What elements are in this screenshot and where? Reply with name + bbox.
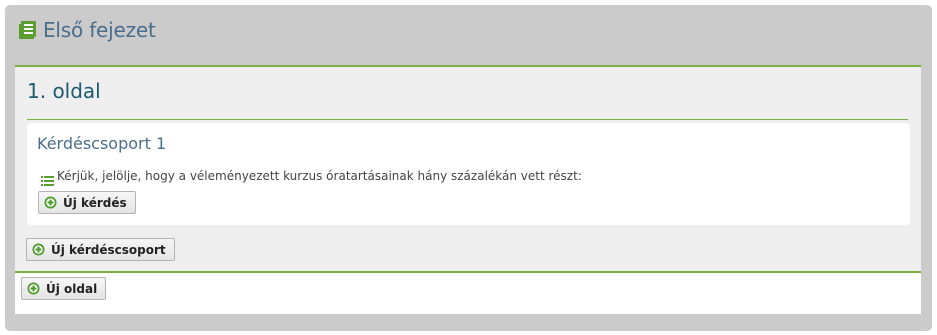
page-title: 1. oldal <box>27 79 101 103</box>
chapter-header: Első fejezet <box>18 17 156 43</box>
new-question-button[interactable]: Új kérdés <box>38 191 136 214</box>
new-question-label: Új kérdés <box>63 195 127 210</box>
plus-circle-icon <box>27 282 40 295</box>
new-page-bar: Új oldal <box>15 271 921 314</box>
page-panel: 1. oldal Kérdéscsoport 1 Kérjük, jelölje… <box>15 65 921 273</box>
plus-circle-icon <box>32 243 45 256</box>
question-group-title: Kérdéscsoport 1 <box>37 134 167 153</box>
new-page-button[interactable]: Új oldal <box>21 277 107 300</box>
question-group-panel: Kérdéscsoport 1 Kérjük, jelölje, hogy a … <box>27 123 910 225</box>
new-question-group-label: Új kérdéscsoport <box>51 242 166 257</box>
new-page-label: Új oldal <box>46 281 98 296</box>
question-text: Kérjük, jelölje, hogy a véleményezett ku… <box>57 169 582 183</box>
chapter-title: Első fejezet <box>43 18 156 42</box>
plus-circle-icon <box>44 196 57 209</box>
new-question-group-button[interactable]: Új kérdéscsoport <box>26 238 175 261</box>
question-row[interactable]: Kérjük, jelölje, hogy a véleményezett ku… <box>41 169 582 186</box>
book-icon <box>18 20 38 40</box>
list-icon <box>41 171 54 186</box>
chapter-panel: Első fejezet 1. oldal Kérdéscsoport 1 Ké… <box>5 5 932 331</box>
page-title-divider <box>27 119 908 120</box>
